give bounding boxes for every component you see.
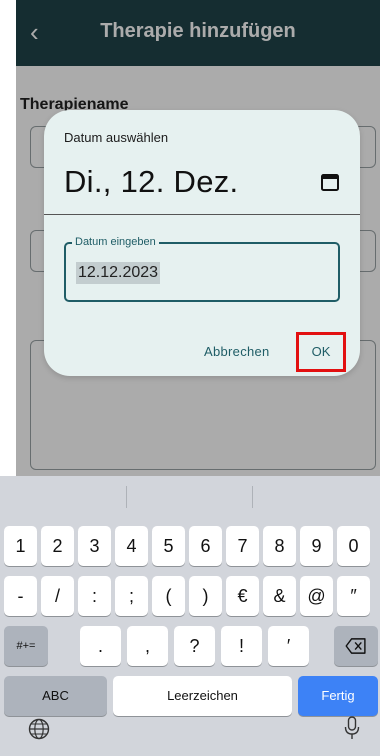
date-picker-dialog: Datum auswählen Di., 12. Dez. Datum eing… [44, 110, 360, 376]
selected-date: Di., 12. Dez. [64, 164, 239, 199]
calendar-icon[interactable] [320, 172, 340, 192]
date-input-label: Datum eingeben [72, 236, 159, 248]
backspace-icon [345, 638, 366, 654]
key-period[interactable]: . [80, 626, 121, 666]
space-key[interactable]: Leerzeichen [113, 676, 292, 716]
key-at[interactable]: @ [300, 576, 333, 616]
key-4[interactable]: 4 [115, 526, 148, 566]
key-hyphen[interactable]: - [4, 576, 37, 616]
key-0[interactable]: 0 [337, 526, 370, 566]
key-ampersand[interactable]: & [263, 576, 296, 616]
globe-icon[interactable] [28, 718, 50, 740]
key-9[interactable]: 9 [300, 526, 333, 566]
key-colon[interactable]: : [78, 576, 111, 616]
backspace-key[interactable] [334, 626, 378, 666]
ok-button[interactable]: OK [296, 332, 346, 372]
key-question[interactable]: ? [174, 626, 215, 666]
key-7[interactable]: 7 [226, 526, 259, 566]
suggestion-divider [252, 486, 253, 508]
key-comma[interactable]: , [127, 626, 168, 666]
key-6[interactable]: 6 [189, 526, 222, 566]
key-2[interactable]: 2 [41, 526, 74, 566]
date-input-value[interactable]: 12.12.2023 [76, 262, 161, 284]
symbols-key[interactable]: #+= [4, 626, 48, 666]
key-5[interactable]: 5 [152, 526, 185, 566]
abc-key[interactable]: ABC [4, 676, 107, 716]
microphone-icon[interactable] [344, 716, 360, 740]
dialog-divider [44, 214, 360, 215]
numeric-keyboard: 1 2 3 4 5 6 7 8 9 0 - / : ; ( ) € & @ ″ … [0, 476, 380, 756]
key-8[interactable]: 8 [263, 526, 296, 566]
key-slash[interactable]: / [41, 576, 74, 616]
key-exclamation[interactable]: ! [221, 626, 262, 666]
key-semicolon[interactable]: ; [115, 576, 148, 616]
key-apostrophe[interactable]: ′ [268, 626, 309, 666]
suggestion-divider [126, 486, 127, 508]
cancel-button[interactable]: Abbrechen [204, 344, 270, 359]
key-double-quote[interactable]: ″ [337, 576, 370, 616]
dialog-title: Datum auswählen [64, 130, 169, 145]
key-1[interactable]: 1 [4, 526, 37, 566]
key-open-paren[interactable]: ( [152, 576, 185, 616]
done-key[interactable]: Fertig [298, 676, 378, 716]
key-euro[interactable]: € [226, 576, 259, 616]
key-3[interactable]: 3 [78, 526, 111, 566]
key-close-paren[interactable]: ) [189, 576, 222, 616]
